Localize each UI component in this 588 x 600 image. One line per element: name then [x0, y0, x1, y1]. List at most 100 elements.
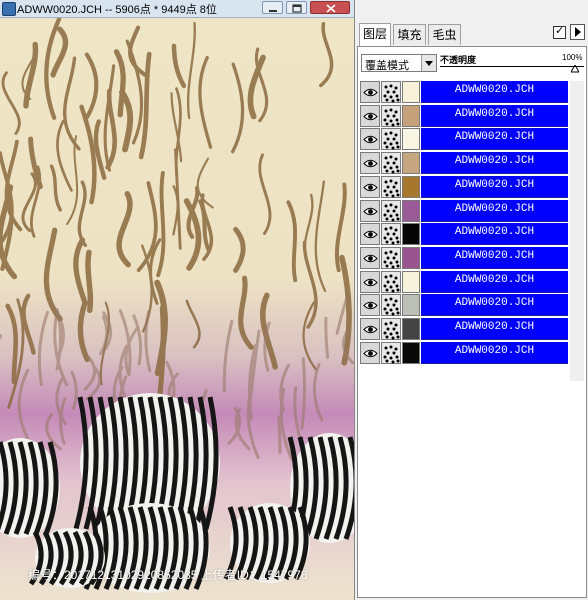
dots-pattern-icon: [383, 155, 400, 174]
close-button[interactable]: [310, 1, 350, 14]
tab-layers[interactable]: 图层: [359, 23, 391, 46]
layer-row[interactable]: ADWW0020.JCH: [360, 128, 568, 151]
layer-mask-toggle[interactable]: [381, 175, 401, 198]
layer-name-cell[interactable]: ADWW0020.JCH: [421, 318, 568, 340]
dots-pattern-icon: [383, 274, 400, 293]
dots-pattern-icon: [383, 84, 400, 103]
layer-name-cell[interactable]: ADWW0020.JCH: [421, 152, 568, 175]
visibility-toggle[interactable]: [360, 175, 380, 198]
layer-name: ADWW0020.JCH: [454, 297, 535, 310]
dots-pattern-icon: [383, 345, 400, 364]
window-title: ADWW0020.JCH -- 5906点 * 9449点 8位: [17, 4, 217, 16]
layer-name-cell[interactable]: ADWW0020.JCH: [421, 223, 568, 246]
layer-name-cell[interactable]: ADWW0020.JCH: [421, 199, 568, 222]
layer-name-cell[interactable]: ADWW0020.JCH: [421, 175, 568, 198]
layer-list-scroll-area[interactable]: [570, 81, 584, 381]
visibility-toggle[interactable]: [360, 128, 380, 151]
layer-color-swatch[interactable]: [402, 294, 420, 317]
layer-mask-toggle[interactable]: [381, 223, 401, 246]
visibility-toggle[interactable]: [360, 318, 380, 340]
tab-fill[interactable]: 填充: [393, 24, 426, 45]
layer-mask-toggle[interactable]: [381, 199, 401, 222]
title-bar[interactable]: ADWW0020.JCH -- 5906点 * 9449点 8位: [0, 0, 354, 18]
layer-mask-toggle[interactable]: [381, 104, 401, 127]
blend-mode-select[interactable]: 覆盖模式: [361, 54, 437, 72]
minimize-button[interactable]: [262, 1, 283, 14]
layer-color-swatch[interactable]: [402, 270, 420, 293]
opacity-slider-thumb[interactable]: [570, 63, 580, 76]
layer-name: ADWW0020.JCH: [454, 178, 535, 191]
dots-pattern-icon: [383, 179, 400, 198]
layer-color-swatch[interactable]: [402, 246, 420, 269]
eye-icon: [363, 207, 378, 215]
layer-row[interactable]: ADWW0020.JCH: [360, 294, 568, 317]
visibility-toggle[interactable]: [360, 104, 380, 127]
layer-name-cell[interactable]: ADWW0020.JCH: [421, 81, 568, 103]
layer-row[interactable]: ADWW0020.JCH: [360, 223, 568, 246]
layer-row[interactable]: ADWW0020.JCH: [360, 81, 568, 104]
layer-color-swatch[interactable]: [402, 175, 420, 198]
watermark-text: 编号：20171213102920852035 上传者ID：1547978: [28, 568, 308, 582]
panel-header: [355, 0, 588, 22]
eye-icon: [363, 183, 378, 192]
layer-row[interactable]: ADWW0020.JCH: [360, 104, 568, 128]
layer-mask-toggle[interactable]: [381, 81, 401, 103]
layer-row[interactable]: ADWW0020.JCH: [360, 199, 568, 223]
visibility-toggle[interactable]: [360, 294, 380, 317]
layer-mask-toggle[interactable]: [381, 294, 401, 317]
dots-pattern-icon: [383, 250, 400, 269]
dots-pattern-icon: [383, 321, 400, 340]
layer-color-swatch[interactable]: [402, 318, 420, 340]
panel-menu-arrow-icon[interactable]: [570, 24, 585, 40]
layer-row[interactable]: ADWW0020.JCH: [360, 270, 568, 294]
dots-pattern-icon: [383, 297, 400, 316]
layer-row[interactable]: ADWW0020.JCH: [360, 175, 568, 199]
visibility-toggle[interactable]: [360, 246, 380, 269]
layer-name: ADWW0020.JCH: [454, 202, 535, 215]
eye-icon: [363, 302, 378, 310]
layer-name-cell[interactable]: ADWW0020.JCH: [421, 341, 568, 364]
tab-caterpillar[interactable]: 毛虫: [428, 24, 461, 45]
panel-checkbox[interactable]: ✓: [553, 24, 566, 39]
dots-pattern-icon: [383, 226, 400, 245]
layer-color-swatch[interactable]: [402, 223, 420, 246]
layer-mask-toggle[interactable]: [381, 152, 401, 175]
layer-name-cell[interactable]: ADWW0020.JCH: [421, 104, 568, 127]
layer-name-cell[interactable]: ADWW0020.JCH: [421, 128, 568, 151]
layer-mask-toggle[interactable]: [381, 318, 401, 340]
layer-mask-toggle[interactable]: [381, 246, 401, 269]
layer-name-cell[interactable]: ADWW0020.JCH: [421, 246, 568, 269]
layer-color-swatch[interactable]: [402, 152, 420, 175]
layer-name-cell[interactable]: ADWW0020.JCH: [421, 294, 568, 317]
layer-color-swatch[interactable]: [402, 199, 420, 222]
visibility-toggle[interactable]: [360, 152, 380, 175]
layer-mask-toggle[interactable]: [381, 128, 401, 151]
chevron-down-icon[interactable]: [421, 55, 436, 71]
opacity-slider-track[interactable]: [440, 66, 584, 72]
dots-pattern-icon: [383, 108, 400, 127]
layer-mask-toggle[interactable]: [381, 270, 401, 293]
eye-icon: [363, 88, 378, 97]
close-icon: [326, 4, 336, 13]
image-canvas[interactable]: [0, 18, 354, 600]
visibility-toggle[interactable]: [360, 223, 380, 246]
visibility-toggle[interactable]: [360, 270, 380, 293]
visibility-toggle[interactable]: [360, 199, 380, 222]
maximize-icon: [292, 4, 302, 13]
layer-color-swatch[interactable]: [402, 81, 420, 103]
layer-row[interactable]: ADWW0020.JCH: [360, 341, 568, 365]
layer-color-swatch[interactable]: [402, 104, 420, 127]
visibility-toggle[interactable]: [360, 341, 380, 364]
layer-mask-toggle[interactable]: [381, 341, 401, 364]
layer-row[interactable]: ADWW0020.JCH: [360, 246, 568, 270]
maximize-button[interactable]: [286, 1, 307, 14]
layer-color-swatch[interactable]: [402, 341, 420, 364]
layer-name-cell[interactable]: ADWW0020.JCH: [421, 270, 568, 293]
layer-row[interactable]: ADWW0020.JCH: [360, 152, 568, 175]
checkmark-icon: ✓: [555, 24, 565, 37]
layer-color-swatch[interactable]: [402, 128, 420, 151]
layer-row[interactable]: ADWW0020.JCH: [360, 318, 568, 341]
visibility-toggle[interactable]: [360, 81, 380, 103]
opacity-label: 不透明度: [440, 55, 477, 65]
layer-name: ADWW0020.JCH: [454, 131, 535, 144]
